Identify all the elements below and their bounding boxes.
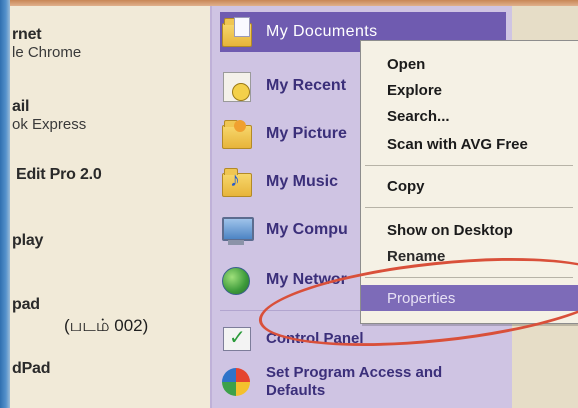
places-item-label: My Compu (266, 221, 348, 238)
program-item-edit-pro[interactable]: Edit Pro 2.0 (16, 166, 102, 184)
program-title: dPad (12, 360, 51, 377)
places-item-label: My Recent (266, 77, 347, 94)
places-item-set-program-access[interactable]: Set Program Access and Defaults (220, 364, 510, 408)
program-item-notepad[interactable]: pad (12, 296, 40, 314)
context-menu-search[interactable]: Search... (361, 103, 578, 129)
start-menu-programs-panel: rnet le Chrome ail ok Express Edit Pro 2… (10, 6, 210, 408)
program-title: play (12, 232, 44, 249)
program-title: ail (12, 98, 30, 115)
places-item-label: My Picture (266, 125, 347, 142)
program-item-email[interactable]: ail ok Express (12, 98, 86, 133)
program-title: pad (12, 296, 40, 313)
context-menu-separator (365, 207, 573, 208)
program-item-wordpad[interactable]: dPad (12, 360, 51, 378)
program-subtitle: le Chrome (12, 44, 82, 61)
places-item-label: My Documents (266, 23, 378, 40)
program-title: Edit Pro 2.0 (16, 166, 102, 183)
set-program-access-icon (220, 364, 254, 398)
left-edge-strip (0, 0, 10, 408)
places-item-label: Set Program Access and Defaults (266, 364, 443, 399)
context-menu-separator (365, 165, 573, 166)
context-menu-show-on-desktop[interactable]: Show on Desktop (361, 217, 578, 243)
figure-caption: (படம் 002) (64, 316, 149, 335)
my-recent-documents-icon (220, 69, 254, 103)
my-music-icon: ♪ (220, 165, 254, 199)
control-panel-icon: ✓ (220, 321, 254, 355)
context-menu-open[interactable]: Open (361, 51, 578, 77)
context-menu-copy[interactable]: Copy (361, 173, 578, 199)
program-item-play[interactable]: play (12, 232, 43, 250)
context-menu-scan-avg[interactable]: Scan with AVG Free (361, 131, 578, 157)
screenshot-root: rnet le Chrome ail ok Express Edit Pro 2… (0, 0, 578, 408)
places-item-label: My Music (266, 173, 339, 190)
my-pictures-icon (220, 117, 254, 151)
my-computer-icon (220, 213, 254, 247)
my-network-places-icon (220, 263, 254, 297)
context-menu-explore[interactable]: Explore (361, 77, 578, 103)
program-item-internet[interactable]: rnet le Chrome (12, 26, 81, 61)
program-title: rnet (12, 26, 42, 43)
my-documents-icon (220, 15, 254, 49)
program-subtitle: ok Express (12, 116, 87, 133)
